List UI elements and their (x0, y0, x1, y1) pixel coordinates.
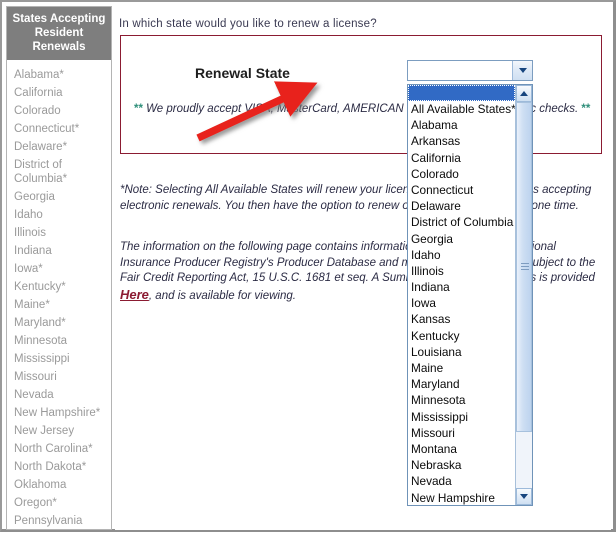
cc-note-stars-left: ** (134, 103, 143, 115)
dropdown-scrollbar[interactable] (515, 85, 532, 505)
dropdown-option[interactable]: Nevada (408, 473, 515, 489)
sidebar-item: Connecticut* (14, 123, 80, 135)
sidebar-item: District of Columbia* (14, 159, 68, 185)
sidebar-item: Illinois (14, 227, 46, 239)
sidebar-item: Iowa* (14, 263, 43, 275)
sidebar-item: Mississippi (14, 353, 70, 365)
sidebar-item: Nevada (14, 389, 54, 401)
sidebar-title: States Accepting Resident Renewals (7, 7, 111, 61)
dropdown-option[interactable]: Arkansas (408, 133, 515, 149)
renewal-state-label: Renewal State (195, 65, 290, 81)
sidebar-item: New Jersey (14, 425, 75, 437)
dropdown-option[interactable]: Delaware (408, 198, 515, 214)
cc-note-stars-right: ** (581, 103, 591, 115)
main-content: In which state would you like to renew a… (115, 6, 611, 530)
dropdown-option[interactable]: New Hampshire (408, 490, 515, 506)
sidebar-item: Georgia (14, 191, 55, 203)
page-frame: States Accepting Resident Renewals Alaba… (0, 0, 616, 532)
dropdown-option[interactable]: Alabama (408, 117, 515, 133)
dropdown-option[interactable]: Missouri (408, 425, 515, 441)
dropdown-option[interactable]: Louisiana (408, 344, 515, 360)
sidebar-item: Pennsylvania (14, 515, 83, 527)
sidebar-item: New Hampshire* (14, 407, 101, 419)
dropdown-option[interactable]: Iowa (408, 295, 515, 311)
dropdown-option[interactable]: Illinois (408, 263, 515, 279)
chevron-down-glyph (518, 68, 527, 73)
dropdown-option[interactable]: Connecticut (408, 182, 515, 198)
chevron-down-glyph-scroll (520, 494, 529, 499)
sidebar-item: Missouri (14, 371, 57, 383)
right-gutter (605, 6, 610, 530)
dropdown-option[interactable]: California (408, 150, 515, 166)
dropdown-option[interactable]: Maryland (408, 376, 515, 392)
scrollbar-grip-icon (521, 263, 530, 271)
sidebar-item: Colorado (14, 105, 61, 117)
scroll-down-icon[interactable] (516, 488, 532, 505)
dropdown-option[interactable]: Minnesota (408, 392, 515, 408)
scroll-up-icon[interactable] (516, 85, 532, 102)
here-link[interactable]: Here (120, 287, 149, 302)
sidebar-item: California (14, 87, 63, 99)
dropdown-option[interactable]: District of Columbia (408, 214, 515, 230)
dropdown-option[interactable]: All Available States* (408, 101, 515, 117)
dropdown-option[interactable]: Kentucky (408, 328, 515, 344)
chevron-up-glyph (520, 91, 529, 96)
dropdown-option-blank-selected[interactable] (408, 85, 516, 101)
sidebar-item: North Dakota* (14, 461, 87, 473)
sidebar-item: Minnesota (14, 335, 68, 347)
dropdown-option[interactable]: Kansas (408, 311, 515, 327)
sidebar-item: Kentucky* (14, 281, 66, 293)
chevron-down-icon[interactable] (512, 61, 532, 80)
dropdown-option[interactable]: Indiana (408, 279, 515, 295)
dropdown-option[interactable]: Maine (408, 360, 515, 376)
dropdown-option[interactable]: Idaho (408, 247, 515, 263)
sidebar-item: Maryland* (14, 317, 66, 329)
dropdown-option[interactable]: Montana (408, 441, 515, 457)
dropdown-options[interactable]: All Available States* Alabama Arkansas Cali… (408, 85, 516, 506)
dropdown-option[interactable]: Colorado (408, 166, 515, 182)
sidebar-item: Delaware* (14, 141, 68, 153)
sidebar-item: Oregon* (14, 497, 57, 509)
sidebar-item: Maine* (14, 299, 50, 311)
sidebar-state-list: Alabama* California Colorado Connecticut* De… (7, 61, 111, 529)
dropdown-option[interactable]: Nebraska (408, 457, 515, 473)
sidebar-item: North Carolina* (14, 443, 93, 455)
renewal-state-dropdown-list[interactable]: All Available States* Alabama Arkansas Cali… (407, 84, 533, 506)
scrollbar-thumb[interactable] (516, 102, 532, 432)
page-question: In which state would you like to renew a… (119, 18, 377, 30)
sidebar-item: Indiana (14, 245, 52, 257)
sidebar-item: Oklahoma (14, 479, 67, 491)
renewal-state-select[interactable] (407, 60, 533, 81)
dropdown-option[interactable]: Mississippi (408, 409, 515, 425)
fcra-note-text-2: , and is available for viewing. (148, 289, 296, 302)
sidebar-item: Idaho (14, 209, 43, 221)
dropdown-option[interactable]: Georgia (408, 231, 515, 247)
sidebar-item: Alabama* (14, 69, 64, 81)
sidebar-states-accepting-resident-renewals: States Accepting Resident Renewals Alaba… (6, 6, 112, 530)
